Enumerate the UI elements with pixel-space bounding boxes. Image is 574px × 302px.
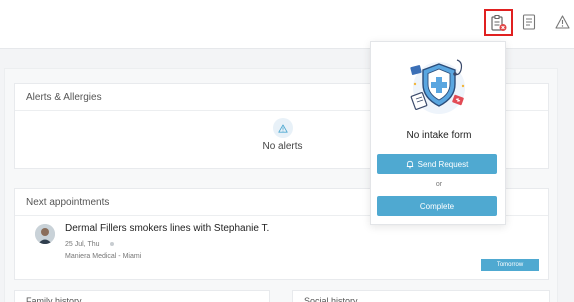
- social-history-card: Social history: [292, 290, 550, 302]
- warning-button[interactable]: [550, 10, 574, 34]
- appointment-location: Maniera Medical - Miami: [65, 253, 142, 260]
- shield-icon: [410, 59, 465, 114]
- appointment-title[interactable]: Dermal Fillers smokers lines with Stepha…: [65, 223, 269, 234]
- or-separator: or: [435, 181, 443, 188]
- complete-button[interactable]: Complete: [377, 196, 497, 216]
- family-history-card: Family history: [14, 290, 270, 302]
- notes-button[interactable]: [517, 10, 541, 34]
- send-request-label: Send Request: [417, 159, 469, 169]
- avatar: [35, 224, 55, 244]
- tomorrow-badge: Tomorrow: [481, 259, 539, 271]
- warning-icon: [554, 15, 570, 29]
- alert-icon: [273, 118, 293, 138]
- status-dot: [110, 242, 114, 246]
- bell-icon: [406, 160, 413, 168]
- family-history-title: Family history: [26, 296, 82, 302]
- complete-label: Complete: [419, 201, 455, 211]
- appointment-date: 25 Jul, Thu: [65, 241, 100, 248]
- notes-icon: [522, 14, 536, 30]
- no-intake-form-title: No intake form: [406, 130, 472, 141]
- intake-form-icon: [490, 14, 506, 31]
- intake-form-button[interactable]: [484, 9, 513, 36]
- social-history-title: Social history: [304, 296, 358, 302]
- send-request-button[interactable]: Send Request: [377, 154, 497, 174]
- intake-form-popup: No intake form Send Request or Complete: [370, 41, 506, 225]
